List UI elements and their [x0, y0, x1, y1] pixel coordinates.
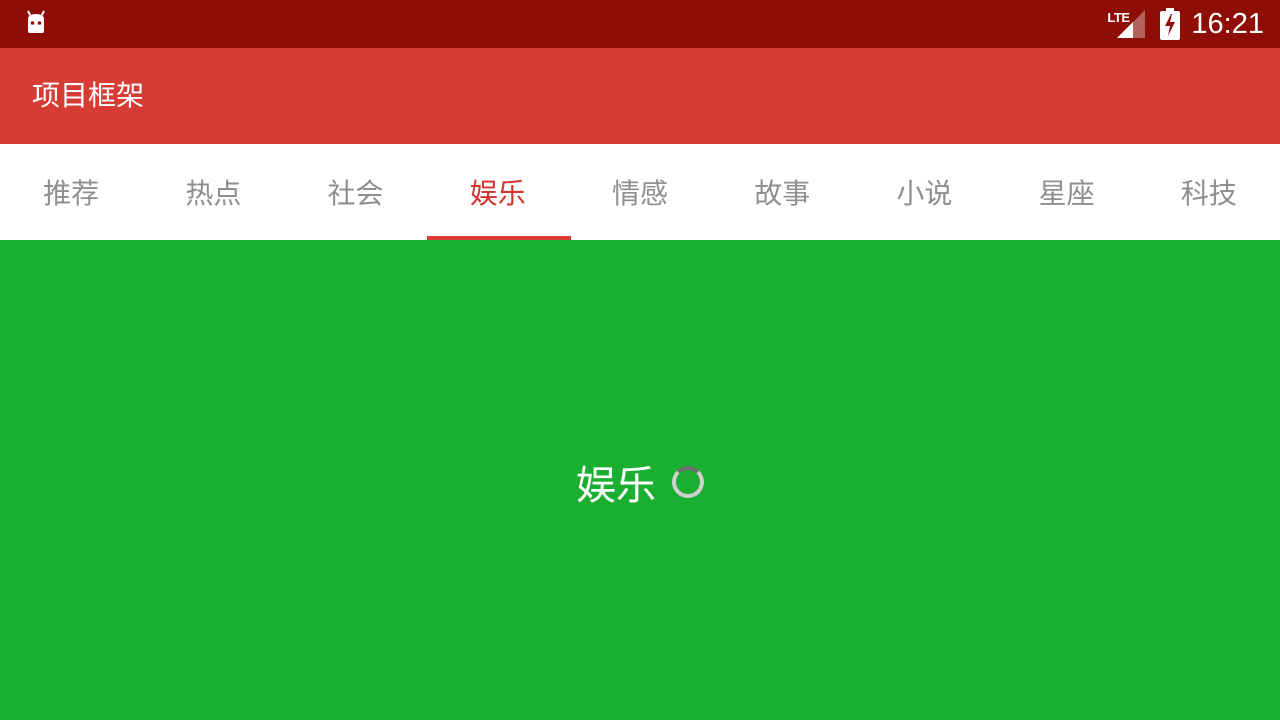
battery-charging-icon [1160, 8, 1181, 40]
tab-novel[interactable]: 小说 [853, 144, 995, 240]
tab-technology[interactable]: 科技 [1138, 144, 1280, 240]
android-notification-icon [27, 10, 45, 33]
tab-horoscope[interactable]: 星座 [996, 144, 1138, 240]
tab-recommend[interactable]: 推荐 [0, 144, 142, 240]
tab-label: 娱乐 [469, 177, 526, 210]
tab-story[interactable]: 故事 [711, 144, 853, 240]
tab-society[interactable]: 社会 [284, 144, 426, 240]
tab-label: 热点 [185, 177, 242, 210]
app-bar: 项目框架 [0, 48, 1280, 144]
loading-spinner-icon [672, 466, 704, 498]
content-area[interactable]: 娱乐 [0, 240, 1280, 720]
status-icons: LTE 16:21 [1107, 0, 1264, 48]
status-bar: LTE 16:21 [0, 0, 1280, 48]
network-indicator: LTE [1107, 8, 1146, 40]
tab-label: 小说 [896, 177, 953, 210]
tab-label: 社会 [327, 177, 384, 210]
status-clock: 16:21 [1191, 7, 1264, 40]
category-tab-bar: 推荐 热点 社会 娱乐 情感 故事 小说 星座 科技 [0, 144, 1280, 240]
tab-label: 星座 [1038, 177, 1095, 210]
tab-label: 推荐 [43, 177, 100, 210]
tab-emotion[interactable]: 情感 [569, 144, 711, 240]
loading-indicator: 娱乐 [576, 458, 704, 509]
tab-hot[interactable]: 热点 [142, 144, 284, 240]
tab-label: 故事 [754, 177, 811, 210]
signal-icon [1117, 10, 1146, 38]
tab-label: 科技 [1180, 177, 1237, 210]
tab-entertainment[interactable]: 娱乐 [426, 144, 571, 240]
tab-label: 情感 [611, 177, 668, 210]
page-title: 项目框架 [32, 79, 145, 112]
loading-label: 娱乐 [576, 463, 656, 509]
